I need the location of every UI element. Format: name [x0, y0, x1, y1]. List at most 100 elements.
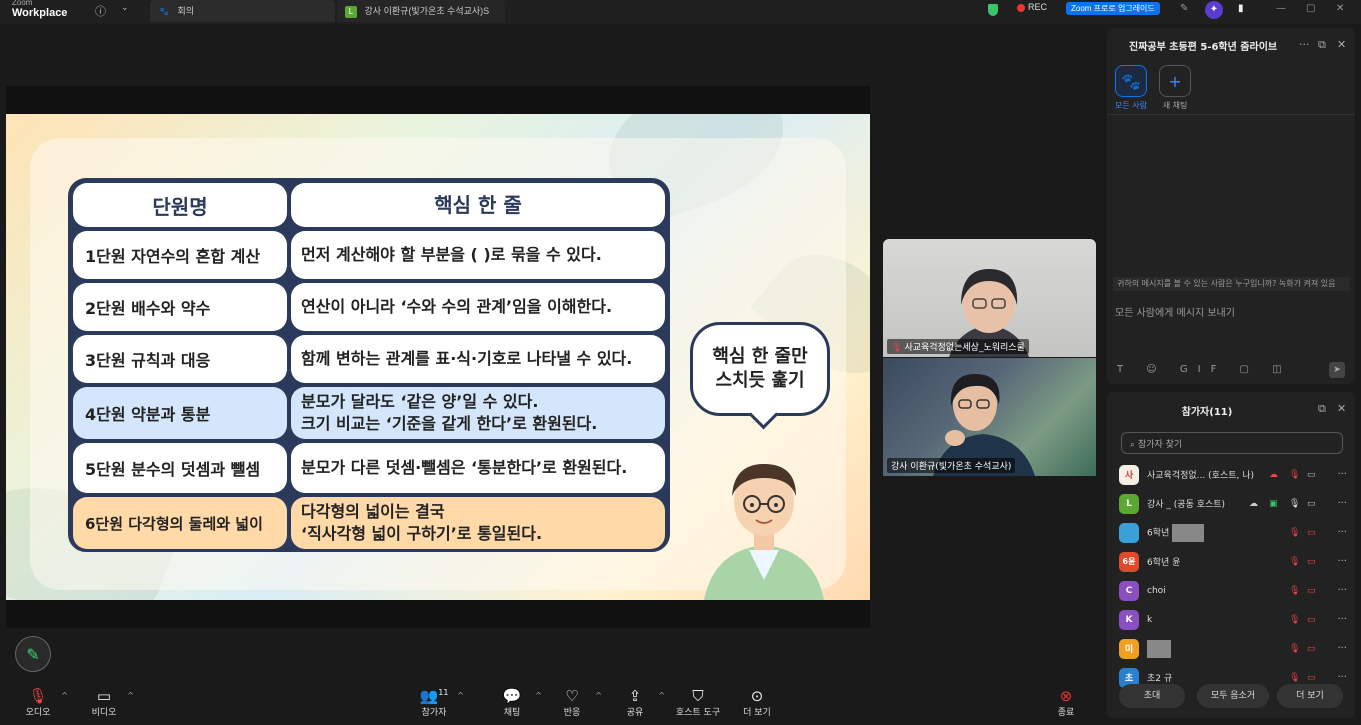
mic-muted-icon[interactable]: 🎙 [1289, 470, 1300, 480]
upgrade-button[interactable]: Zoom 프로로 업그레이드 [1066, 2, 1160, 15]
annotate-pen-button[interactable]: ✎ [15, 636, 51, 672]
camera-off-icon[interactable]: ▭ [1307, 586, 1316, 596]
video-tile[interactable]: 🎙 사교육걱정없는세상_노워리스쿨 [883, 239, 1096, 357]
chevron-down-icon[interactable]: ⌄ [121, 3, 129, 13]
camera-off-icon[interactable]: ▭ [1307, 644, 1316, 654]
chat-panel: 진짜공부 초등편 5-6학년 줌라이브 ··· ⧉ ✕ 🐾 모든 사람 + 새 … [1107, 28, 1355, 384]
more-icon[interactable]: ··· [1337, 672, 1347, 683]
camera-icon[interactable]: ▭ [1307, 499, 1316, 509]
participant-name: choi [1147, 585, 1166, 596]
core-line-text: 크기 비교는 ‘기준을 같게 한다’로 환원된다. [301, 414, 598, 433]
list-item[interactable]: 6윤 6학년 윤 🎙 ▭ ··· [1119, 547, 1349, 576]
list-item[interactable]: C choi 🎙 ▭ ··· [1119, 576, 1349, 605]
list-item[interactable]: K k 🎙 ▭ ··· [1119, 605, 1349, 634]
pop-out-icon[interactable]: ⧉ [1318, 402, 1326, 416]
list-item[interactable]: 사 사교육걱정없... (호스트, 나) ☁ 🎙 ▭ ··· [1119, 460, 1349, 489]
ai-companion-icon[interactable]: ✦ [1205, 1, 1223, 19]
avatar: L [1119, 493, 1139, 514]
video-button[interactable]: ▭ 비디오 ^ [78, 687, 134, 718]
audio-button[interactable]: 🎙 오디오 ^ [12, 687, 68, 718]
paw-icon: 🐾 [159, 6, 169, 16]
unit-name: 4단원 약분과 통분 [73, 387, 287, 439]
camera-off-icon[interactable]: ▭ [1307, 673, 1316, 683]
share-icon: ⇪ [628, 687, 642, 705]
teacher-illustration [704, 464, 824, 600]
tab-meeting[interactable]: 🐾 회의 [150, 0, 335, 22]
tab-talk[interactable]: L 강사 이환규(빛가온초 수석교사)S [337, 0, 505, 22]
rec-indicator[interactable]: REC [1017, 2, 1047, 12]
more-icon[interactable]: ··· [1337, 643, 1347, 654]
video-tile[interactable]: 강사 이환규(빛가온초 수석교사) [883, 358, 1096, 476]
camera-icon: ▭ [96, 687, 112, 705]
participant-list: 사 사교육걱정없... (호스트, 나) ☁ 🎙 ▭ ··· L 강사 _ (공… [1119, 460, 1349, 692]
video-name: 사교육걱정없는세상_노워리스쿨 [904, 343, 1025, 353]
close-icon[interactable]: ✕ [1337, 402, 1346, 415]
list-item[interactable]: 6학년 🎙 ▭ ··· [1119, 518, 1349, 547]
mic-icon[interactable]: 🎙 [1289, 499, 1300, 509]
brand-line2: Workplace [12, 7, 68, 19]
mic-muted-icon[interactable]: 🎙 [1289, 615, 1300, 625]
chat-visibility-notice[interactable]: 귀하의 메시지를 볼 수 있는 사람은 누구입니까? 녹화가 켜져 있음 [1113, 277, 1349, 291]
mic-muted-icon[interactable]: 🎙 [1289, 673, 1300, 683]
more-button[interactable]: 더 보기 [1277, 684, 1343, 708]
table-row: 1단원 자연수의 혼합 계산 먼저 계산해야 할 부분을 ( )로 묶을 수 있… [71, 229, 667, 281]
list-item[interactable]: L 강사 _ (공동 호스트) ☁ ▣ 🎙 ▭ ··· [1119, 489, 1349, 518]
participants-panel: 참가자(11) ⧉ ✕ ⌕ 참가자 찾기 사 사교육걱정없... (호스트, 나… [1107, 392, 1355, 718]
mic-muted-icon[interactable]: 🎙 [1289, 557, 1300, 567]
participant-search-input[interactable]: ⌕ 참가자 찾기 [1121, 432, 1343, 454]
chevron-up-icon[interactable]: ^ [61, 691, 68, 700]
share-button[interactable]: ⇪ 공유 ^ [609, 687, 665, 718]
core-line-text: 연산이 아니라 ‘수와 수의 관계’임을 이해한다. [301, 297, 613, 316]
end-button[interactable]: ⊗ 종료 [1040, 687, 1092, 718]
more-toolbar-button[interactable]: ⊙ 더 보기 [731, 687, 783, 718]
mute-all-button[interactable]: 모두 음소거 [1197, 684, 1269, 708]
camera-off-icon[interactable]: ▭ [1307, 615, 1316, 625]
chevron-up-icon[interactable]: ^ [595, 691, 602, 700]
more-icon[interactable]: ··· [1337, 527, 1347, 538]
camera-off-icon[interactable]: ▭ [1307, 557, 1316, 567]
info-icon[interactable]: ⓘ [95, 3, 106, 19]
chevron-up-icon[interactable]: ^ [457, 691, 464, 700]
minimize-icon[interactable]: — [1276, 3, 1286, 14]
list-item[interactable]: 미 🎙 ▭ ··· [1119, 634, 1349, 663]
more-icon[interactable]: ··· [1337, 614, 1347, 625]
mic-muted-icon[interactable]: 🎙 [1289, 586, 1300, 596]
everyone-chat-button[interactable]: 🐾 [1115, 65, 1147, 97]
mic-muted-icon[interactable]: 🎙 [1289, 644, 1300, 654]
chat-input[interactable]: 모든 사람에게 메시지 보내기 [1115, 304, 1235, 319]
more-icon[interactable]: ··· [1337, 556, 1347, 567]
table-header-row: 단원명 핵심 한 줄 [71, 181, 667, 229]
mic-muted-icon[interactable]: 🎙 [1289, 528, 1300, 538]
more-icon[interactable]: ··· [1337, 585, 1347, 596]
camera-icon[interactable]: ▭ [1307, 470, 1316, 480]
chevron-up-icon[interactable]: ^ [658, 691, 665, 700]
share-label: 공유 [626, 708, 644, 718]
more-icon[interactable]: ··· [1337, 469, 1347, 480]
close-icon[interactable]: ✕ [1337, 38, 1346, 51]
host-tools-button[interactable]: ⛉ 호스트 도구 [672, 687, 724, 718]
search-placeholder: 참가자 찾기 [1137, 440, 1183, 450]
camera-off-icon[interactable]: ▭ [1307, 528, 1316, 538]
end-icon: ⊗ [1059, 687, 1073, 705]
send-icon[interactable]: ➤ [1329, 362, 1345, 378]
reactions-button[interactable]: ♡ 반응 ^ [546, 687, 602, 718]
more-icon[interactable]: ··· [1337, 498, 1347, 509]
participant-name: 초2 규 [1147, 674, 1173, 684]
invite-button[interactable]: 초대 [1119, 684, 1185, 708]
layout-icon[interactable]: ▮ [1238, 3, 1244, 14]
participants-button[interactable]: 👥11 참가자 ^ [408, 687, 464, 718]
shield-icon[interactable] [988, 4, 998, 16]
close-window-icon[interactable]: ✕ [1336, 3, 1344, 14]
chat-button[interactable]: 💬 채팅 ^ [486, 687, 542, 718]
avatar: K [1119, 609, 1139, 630]
chat-format-tools[interactable]: T ☺ GIF ▢ ◫ [1117, 364, 1292, 375]
pop-out-icon[interactable]: ⧉ [1318, 38, 1326, 52]
chevron-up-icon[interactable]: ^ [535, 691, 542, 700]
new-chat-button[interactable]: + [1159, 65, 1191, 97]
video-name-label: 강사 이환규(빛가온초 수석교사) [887, 458, 1016, 473]
chevron-up-icon[interactable]: ^ [127, 691, 134, 700]
maximize-icon[interactable]: ▢ [1306, 3, 1315, 14]
more-options-icon[interactable]: ··· [1299, 38, 1310, 51]
pen-tool-icon[interactable]: ✎ [1180, 3, 1188, 14]
cloud-rec-icon: ☁ [1269, 469, 1278, 480]
